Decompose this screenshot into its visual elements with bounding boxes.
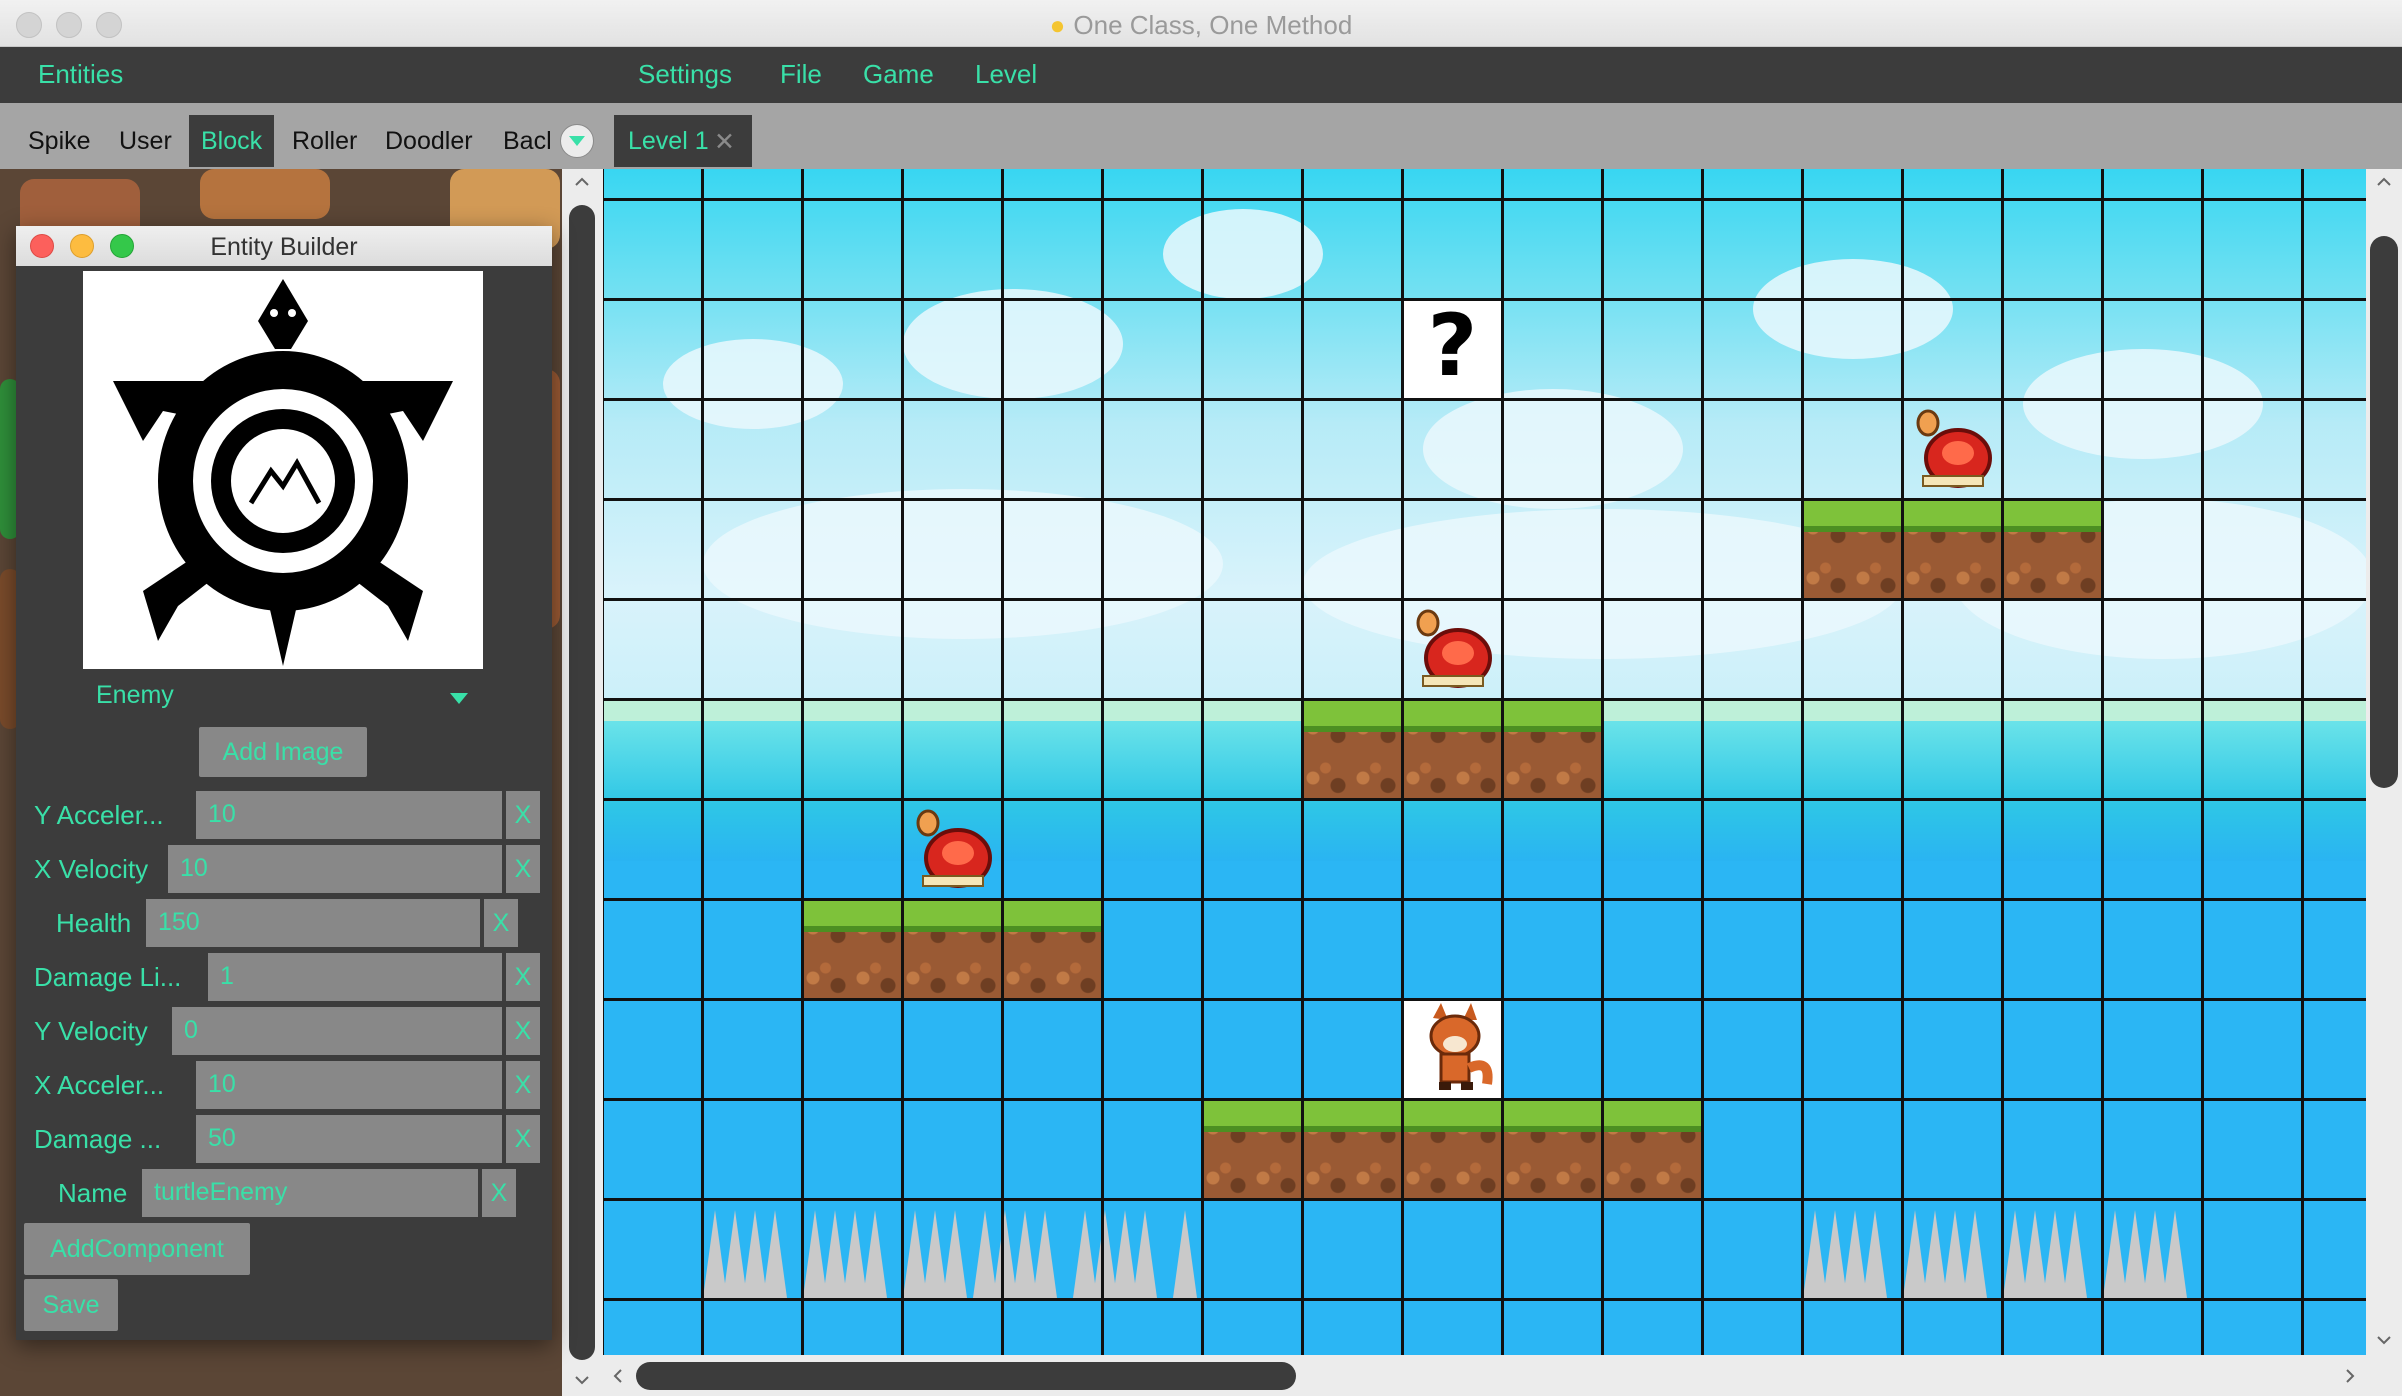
scroll-left-icon[interactable] <box>608 1366 628 1386</box>
remove-property-button[interactable]: X <box>506 791 540 839</box>
property-value-field[interactable]: 50 <box>196 1115 502 1163</box>
name-field[interactable]: turtleEnemy <box>142 1169 478 1217</box>
property-value-field[interactable]: 1 <box>208 953 502 1001</box>
level-horizontal-scroll-thumb[interactable] <box>636 1362 1296 1390</box>
menu-file[interactable]: File <box>780 59 822 90</box>
tab-spike[interactable]: Spike <box>28 115 91 167</box>
property-value: 10 <box>208 800 236 828</box>
tab-bar: Spike User Block Roller Doodler Bacl <box>0 103 2402 169</box>
property-label: Damage ... <box>34 1124 162 1154</box>
tab-user[interactable]: User <box>119 115 172 167</box>
level-tab-label: Level 1 <box>628 127 709 155</box>
menu-settings[interactable]: Settings <box>638 59 732 90</box>
menu-entities[interactable]: Entities <box>38 59 123 90</box>
level-grid <box>603 169 2366 1355</box>
property-value: 10 <box>208 1070 236 1098</box>
window-titlebar: ● One Class, One Method <box>0 0 2402 47</box>
menubar: Entities Settings File Game Level <box>0 47 2402 103</box>
property-label: Y Acceler... <box>34 800 164 830</box>
entity-builder-window: Entity Builder Enemy Add Image Y Acceler… <box>16 226 552 1340</box>
builder-titlebar[interactable]: Entity Builder <box>16 226 552 266</box>
menu-game[interactable]: Game <box>863 59 934 90</box>
menu-level[interactable]: Level <box>975 59 1037 90</box>
chevron-down-icon[interactable] <box>450 693 468 704</box>
property-value-field[interactable]: 0 <box>172 1007 502 1055</box>
tab-block[interactable]: Block <box>189 115 275 167</box>
window-title: ● One Class, One Method <box>0 10 2402 41</box>
property-label: Health <box>56 908 132 938</box>
level-canvas[interactable]: ? <box>603 169 2366 1355</box>
property-value: 10 <box>180 854 208 882</box>
property-value: 50 <box>208 1124 236 1152</box>
scroll-right-icon[interactable] <box>2340 1366 2360 1386</box>
property-value-field[interactable]: 10 <box>168 845 502 893</box>
remove-property-button[interactable]: X <box>484 899 518 947</box>
add-component-button[interactable]: AddComponent <box>24 1223 250 1275</box>
save-button[interactable]: Save <box>24 1279 118 1331</box>
close-tab-icon[interactable]: ✕ <box>714 127 735 157</box>
entity-image-preview <box>83 271 483 669</box>
property-label: X Acceler... <box>34 1070 165 1100</box>
tab-roller[interactable]: Roller <box>292 115 357 167</box>
property-label: Name <box>58 1178 128 1208</box>
property-label: X Velocity <box>34 854 149 884</box>
remove-property-button[interactable]: X <box>482 1169 516 1217</box>
level-vertical-scroll-thumb[interactable] <box>2370 236 2398 788</box>
entity-type-select[interactable]: Enemy <box>96 681 174 710</box>
palette-scroll-up-icon[interactable] <box>572 172 592 192</box>
window-title-text: One Class, One Method <box>1073 10 1353 40</box>
remove-property-button[interactable]: X <box>506 1115 540 1163</box>
property-value-field[interactable]: 10 <box>196 1061 502 1109</box>
tab-level-1[interactable]: Level 1 ✕ <box>614 115 752 167</box>
scroll-up-icon[interactable] <box>2374 172 2394 192</box>
palette-scroll-thumb[interactable] <box>569 205 595 1360</box>
add-image-button[interactable]: Add Image <box>199 727 367 777</box>
remove-property-button[interactable]: X <box>506 1061 540 1109</box>
property-value: 1 <box>220 962 234 990</box>
tab-doodler[interactable]: Doodler <box>385 115 473 167</box>
duck-icon: ● <box>1049 10 1066 40</box>
property-value-field[interactable]: 10 <box>196 791 502 839</box>
tab-overflow-dropdown-icon[interactable] <box>560 124 594 158</box>
remove-property-button[interactable]: X <box>506 845 540 893</box>
palette-scroll-down-icon[interactable] <box>572 1370 592 1390</box>
tab-background[interactable]: Bacl <box>503 115 551 167</box>
property-label: Y Velocity <box>34 1016 148 1046</box>
property-value: turtleEnemy <box>154 1178 288 1206</box>
turtle-emblem-icon <box>113 279 453 666</box>
builder-title: Entity Builder <box>210 233 358 261</box>
property-value-field[interactable]: 150 <box>146 899 480 947</box>
remove-property-button[interactable]: X <box>506 953 540 1001</box>
property-label: Damage Li... <box>34 962 182 992</box>
remove-property-button[interactable]: X <box>506 1007 540 1055</box>
scroll-down-icon[interactable] <box>2374 1330 2394 1350</box>
property-value: 150 <box>158 908 200 936</box>
property-value: 0 <box>184 1016 198 1044</box>
